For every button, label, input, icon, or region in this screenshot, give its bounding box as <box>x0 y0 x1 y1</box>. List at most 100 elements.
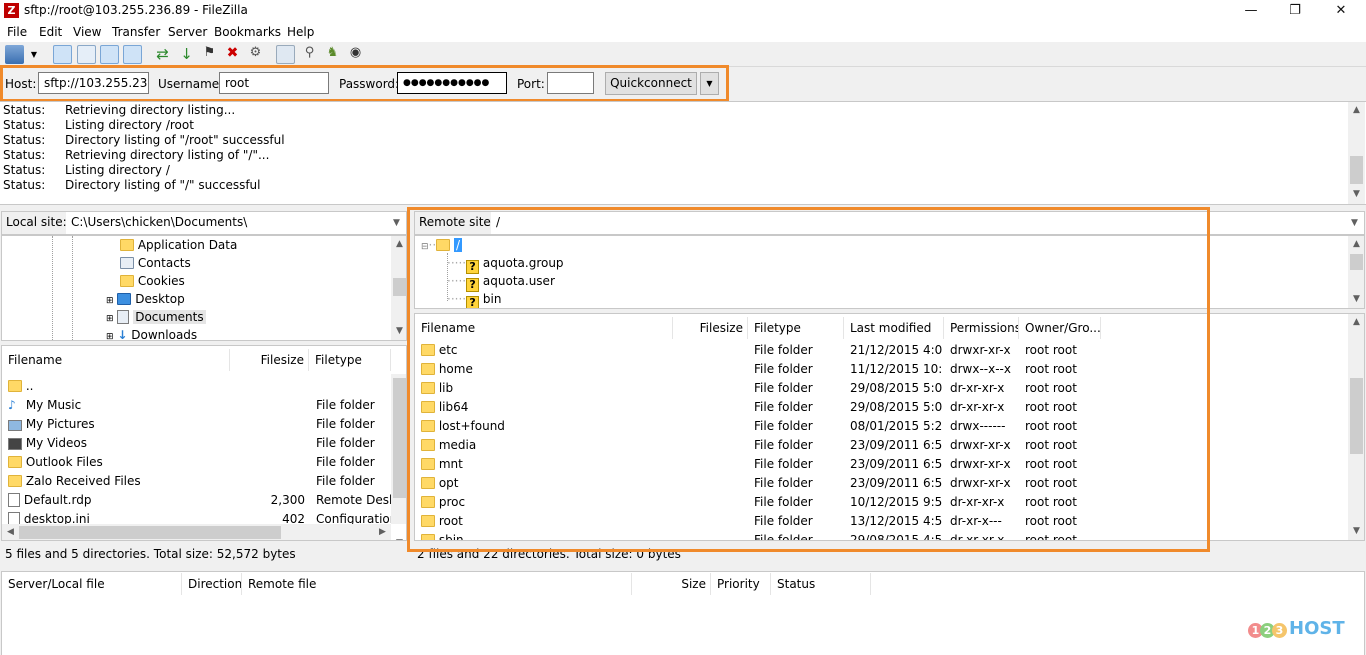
tree-item[interactable]: ⊞ Desktop <box>106 290 185 308</box>
remote-file-row[interactable]: libFile folder29/08/2015 5:0...dr-xr-xr-… <box>415 379 1348 398</box>
queue-header-server-local[interactable]: Server/Local file <box>2 573 182 595</box>
scroll-down-icon[interactable]: ▼ <box>1348 291 1364 308</box>
toggle-transfer-queue-icon[interactable] <box>123 45 142 64</box>
remote-list-scrollbar[interactable]: ▲ ▼ <box>1348 314 1364 540</box>
close-icon[interactable]: ✕ <box>1318 0 1364 22</box>
log-scrollbar[interactable]: ▲ ▼ <box>1348 102 1365 204</box>
remote-list-scroll-thumb[interactable] <box>1350 378 1363 454</box>
process-queue-icon[interactable]: ↓ <box>177 45 196 64</box>
remote-file-row[interactable]: mediaFile folder23/09/2011 6:5...drwxr-x… <box>415 436 1348 455</box>
toggle-message-log-icon[interactable] <box>53 45 72 64</box>
local-file-row[interactable]: Default.rdp2,300Remote Deskt... <box>2 491 392 510</box>
log-scroll-thumb[interactable] <box>1350 156 1363 184</box>
local-site-dropdown-icon[interactable]: ▼ <box>388 215 405 232</box>
remote-tree-scrollbar[interactable]: ▲ ▼ <box>1348 236 1364 308</box>
scroll-up-icon[interactable]: ▲ <box>1348 236 1364 253</box>
username-input[interactable]: root <box>219 72 329 94</box>
remote-file-row[interactable]: sbinFile folder29/08/2015 4:5...dr-xr-xr… <box>415 531 1348 540</box>
remote-file-row[interactable]: lost+foundFile folder08/01/2015 5:2...dr… <box>415 417 1348 436</box>
remote-header-filesize[interactable]: Filesize <box>673 317 748 339</box>
remote-file-row[interactable]: mntFile folder23/09/2011 6:5...drwxr-xr-… <box>415 455 1348 474</box>
local-horizontal-scrollbar[interactable]: ◀ ▶ <box>2 524 391 540</box>
host-input[interactable]: sftp://103.255.236. <box>38 72 149 94</box>
remote-file-row[interactable]: homeFile folder11/12/2015 10:...drwx--x-… <box>415 360 1348 379</box>
cancel-operation-icon[interactable]: ⚑ <box>200 45 219 64</box>
tree-item[interactable]: ⊞ ↓ Downloads <box>106 326 197 340</box>
queue-header-direction[interactable]: Direction <box>182 573 242 595</box>
disconnect-icon[interactable]: ✖ <box>223 45 242 64</box>
local-file-row[interactable]: My Videos File folder <box>2 434 391 453</box>
menu-view[interactable]: View <box>73 25 101 39</box>
queue-header-status[interactable]: Status <box>771 573 871 595</box>
remote-site-dropdown-icon[interactable]: ▼ <box>1346 215 1363 232</box>
remote-header-owner[interactable]: Owner/Gro... <box>1019 317 1101 339</box>
local-header-filetype[interactable]: Filetype <box>309 349 391 371</box>
queue-header-priority[interactable]: Priority <box>711 573 771 595</box>
synchronized-browsing-icon[interactable]: ♞ <box>323 45 342 64</box>
search-remote-files-icon[interactable]: ◉ <box>346 45 365 64</box>
remote-header-filetype[interactable]: Filetype <box>748 317 844 339</box>
toggle-remote-tree-icon[interactable] <box>100 45 119 64</box>
remote-file-row[interactable]: optFile folder23/09/2011 6:5...drwxr-xr-… <box>415 474 1348 493</box>
menu-help[interactable]: Help <box>287 25 314 39</box>
quickconnect-dropdown-icon[interactable]: ▼ <box>700 72 719 95</box>
local-file-row[interactable]: ♪ My Music File folder <box>2 396 391 415</box>
minimize-icon[interactable]: — <box>1228 0 1274 22</box>
collapse-icon[interactable]: ⊟ <box>421 242 429 252</box>
remote-file-row[interactable]: rootFile folder13/12/2015 4:5...dr-xr-x-… <box>415 512 1348 531</box>
local-hscroll-thumb[interactable] <box>19 526 281 539</box>
local-file-row[interactable]: Outlook Files File folder <box>2 453 391 472</box>
directory-comparison-icon[interactable]: ⚲ <box>300 45 319 64</box>
tree-item[interactable]: Cookies <box>120 272 185 290</box>
scroll-down-icon[interactable]: ▼ <box>391 323 406 340</box>
local-file-row[interactable]: My Pictures File folder <box>2 415 391 434</box>
remote-file-row[interactable]: procFile folder10/12/2015 9:5...dr-xr-xr… <box>415 493 1348 512</box>
site-manager-dropdown-icon[interactable]: ▼ <box>28 45 40 64</box>
directory-listing-filters-icon[interactable] <box>276 45 295 64</box>
local-file-row[interactable]: Zalo Received Files File folder <box>2 472 391 491</box>
quickconnect-button[interactable]: Quickconnect <box>605 72 697 95</box>
tree-item[interactable]: Application Data <box>120 236 237 254</box>
password-input[interactable]: ●●●●●●●●●●● <box>397 72 507 94</box>
scroll-left-icon[interactable]: ◀ <box>2 524 19 540</box>
tree-item[interactable]: ·····? aquota.group <box>447 254 564 274</box>
tree-item[interactable]: ·····? bin <box>447 290 501 308</box>
menu-bookmarks[interactable]: Bookmarks <box>214 25 281 39</box>
scroll-up-icon[interactable]: ▲ <box>1348 102 1365 119</box>
local-list-scrollbar[interactable]: ▼ <box>391 374 406 540</box>
local-list-scroll-thumb[interactable] <box>393 378 406 498</box>
scroll-down-icon[interactable]: ▼ <box>1348 186 1365 203</box>
scroll-up-icon[interactable]: ▲ <box>391 236 406 253</box>
port-input[interactable] <box>547 72 594 94</box>
reconnect-icon[interactable]: ⚙ <box>246 45 265 64</box>
restore-icon[interactable]: ❐ <box>1272 0 1318 22</box>
remote-file-row[interactable]: lib64File folder29/08/2015 5:0...dr-xr-x… <box>415 398 1348 417</box>
tree-item-root[interactable]: ⊟·· / <box>421 236 463 254</box>
remote-tree-scroll-thumb[interactable] <box>1350 254 1363 270</box>
site-manager-icon[interactable] <box>5 45 24 64</box>
local-header-filesize[interactable]: Filesize <box>230 349 309 371</box>
queue-header-size[interactable]: Size <box>632 573 711 595</box>
remote-file-row[interactable]: etcFile folder21/12/2015 4:0...drwxr-xr-… <box>415 341 1348 360</box>
local-header-filename[interactable]: Filename <box>2 349 230 371</box>
local-file-row[interactable]: .. <box>2 377 391 396</box>
remote-header-modified[interactable]: Last modified <box>844 317 944 339</box>
menu-server[interactable]: Server <box>168 25 207 39</box>
tree-item[interactable]: ·····? aquota.user <box>447 272 555 292</box>
remote-site-path[interactable]: / <box>491 212 1341 234</box>
menu-file[interactable]: File <box>7 25 27 39</box>
local-site-path[interactable]: C:\Users\chicken\Documents\ <box>66 212 386 234</box>
local-tree-scrollbar[interactable]: ▲ ▼ <box>391 236 406 340</box>
remote-header-filename[interactable]: Filename <box>415 317 673 339</box>
queue-header-remote-file[interactable]: Remote file <box>242 573 632 595</box>
tree-item[interactable]: Contacts <box>120 254 191 272</box>
toggle-local-tree-icon[interactable] <box>77 45 96 64</box>
scroll-down-icon[interactable]: ▼ <box>1348 523 1364 540</box>
scroll-right-icon[interactable]: ▶ <box>374 524 391 540</box>
remote-header-permissions[interactable]: Permissions <box>944 317 1019 339</box>
local-tree-scroll-thumb[interactable] <box>393 278 406 296</box>
scroll-down-icon[interactable]: ▼ <box>391 535 406 540</box>
menu-transfer[interactable]: Transfer <box>112 25 160 39</box>
tree-item-selected[interactable]: ⊞ Documents <box>106 308 206 326</box>
refresh-icon[interactable]: ⇄ <box>153 45 172 64</box>
